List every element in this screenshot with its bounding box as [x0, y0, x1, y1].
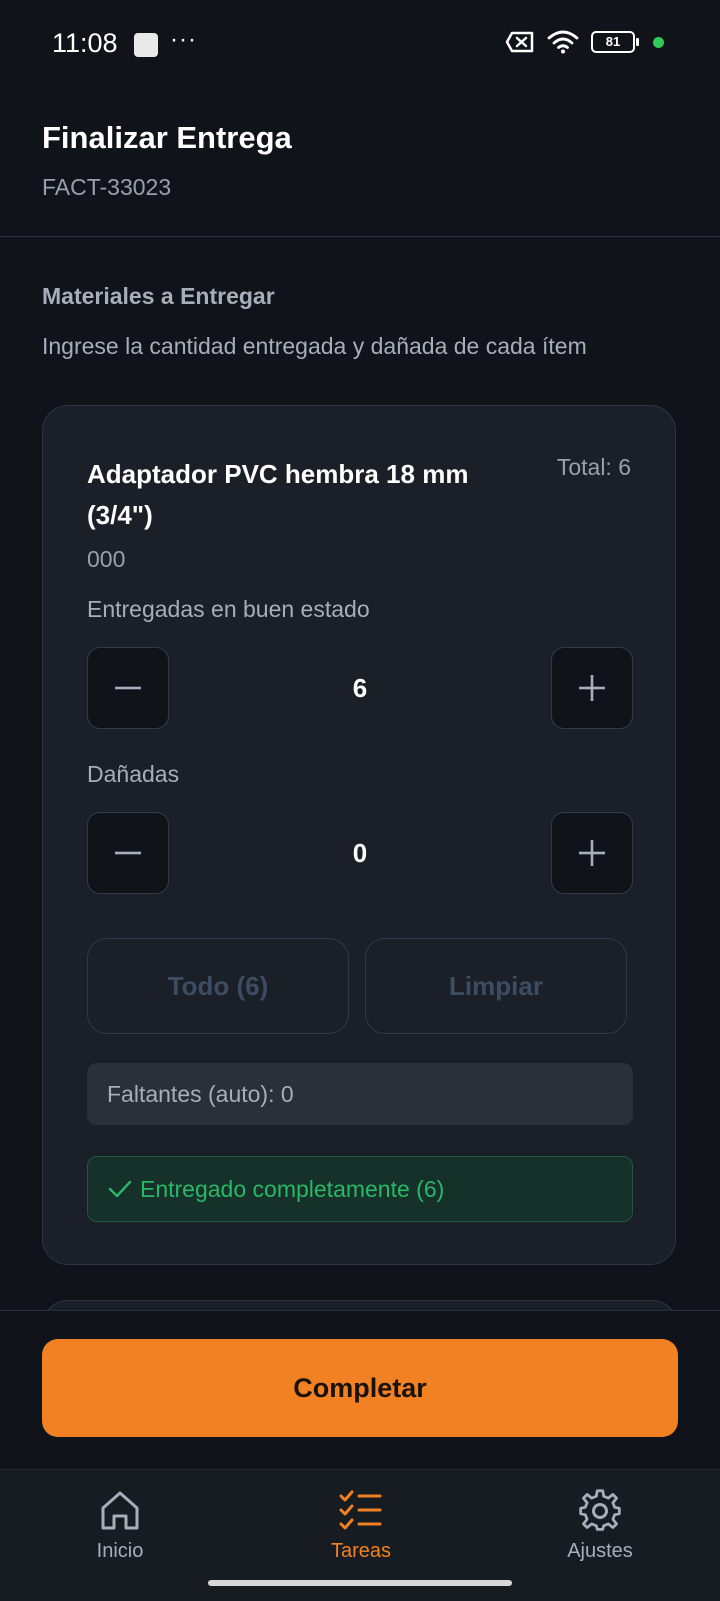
good-quantity-stepper: 6: [87, 647, 633, 731]
nav-item-settings[interactable]: Ajustes: [520, 1488, 680, 1563]
missing-quantity: Faltantes (auto): 0: [87, 1063, 633, 1125]
page-header: Finalizar Entrega FACT-33023: [0, 90, 720, 237]
good-quantity-value[interactable]: 6: [169, 647, 551, 729]
minus-icon: [115, 851, 141, 855]
minus-icon: [115, 686, 141, 690]
damaged-increment-button[interactable]: [551, 812, 633, 894]
status-bar: 11:08 ··· 81: [0, 0, 720, 90]
delivery-status-text: Entregado completamente (6): [140, 1175, 445, 1202]
good-decrement-button[interactable]: [87, 647, 169, 729]
invoice-number: FACT-33023: [42, 174, 172, 200]
clear-button[interactable]: Limpiar: [365, 938, 627, 1034]
no-sim-icon: [505, 31, 534, 53]
item-name: Adaptador PVC hembra 18 mm (3/4"): [87, 459, 469, 530]
damaged-decrement-button[interactable]: [87, 812, 169, 894]
wifi-icon: [547, 30, 579, 54]
more-notifications-icon: ···: [170, 26, 197, 53]
privacy-indicator-icon: [653, 36, 664, 48]
item-code: 000: [87, 546, 126, 572]
task-list-icon: [339, 1490, 382, 1530]
nav-item-home[interactable]: Inicio: [40, 1488, 200, 1563]
notification-icon: [134, 33, 158, 57]
page-title: Finalizar Entrega: [42, 120, 292, 155]
bottom-action-area: Completar: [0, 1310, 720, 1471]
home-indicator[interactable]: [208, 1580, 512, 1586]
damaged-quantity-value[interactable]: 0: [169, 812, 551, 894]
item-total: Total: 6: [556, 454, 631, 480]
status-time: 11:08: [52, 28, 118, 58]
damaged-quantity-stepper: 0: [87, 812, 633, 896]
damaged-quantity-label: Dañadas: [87, 761, 180, 787]
gear-icon: [579, 1489, 621, 1531]
home-icon: [101, 1491, 139, 1530]
nav-item-tasks[interactable]: Tareas: [281, 1488, 441, 1563]
plus-icon: [579, 840, 605, 866]
status-icons: 81: [505, 30, 664, 54]
material-card: Adaptador PVC hembra 18 mm (3/4") Total:…: [42, 405, 676, 1265]
battery-icon: 81: [591, 31, 639, 53]
deliver-all-button[interactable]: Todo (6): [87, 938, 349, 1034]
plus-icon: [579, 675, 605, 701]
good-increment-button[interactable]: [551, 647, 633, 729]
nav-settings-label: Ajustes: [567, 1540, 633, 1562]
good-quantity-label: Entregadas en buen estado: [87, 596, 370, 622]
nav-home-label: Inicio: [96, 1540, 144, 1562]
section-title: Materiales a Entregar: [42, 283, 275, 309]
delivery-status-badge: Entregado completamente (6): [87, 1156, 633, 1222]
complete-button[interactable]: Completar: [42, 1339, 678, 1437]
check-icon: [108, 1180, 132, 1198]
section-description: Ingrese la cantidad entregada y dañada d…: [42, 333, 587, 359]
nav-tasks-label: Tareas: [330, 1540, 392, 1562]
